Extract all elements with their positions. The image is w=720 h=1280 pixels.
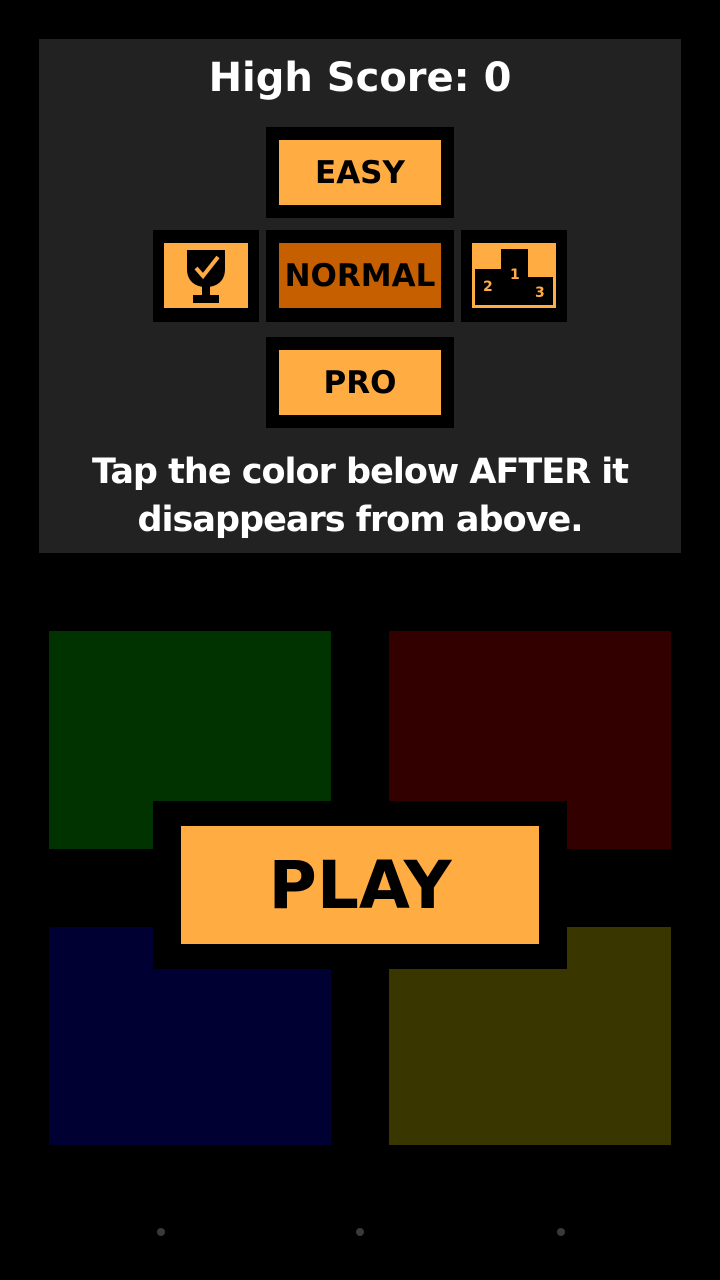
nav-dot-left xyxy=(157,1228,165,1236)
nav-dot-right xyxy=(557,1228,565,1236)
instructions-line-2: disappears from above. xyxy=(137,500,584,540)
leaderboard-button[interactable]: 2 1 3 xyxy=(472,243,556,308)
play-button[interactable]: PLAY xyxy=(181,826,539,944)
easy-button[interactable]: EASY xyxy=(279,140,441,205)
podium-rank-2: 2 xyxy=(483,279,493,295)
normal-button[interactable]: NORMAL xyxy=(279,243,441,308)
trophy-icon xyxy=(187,249,225,303)
nav-dot-center xyxy=(356,1228,364,1236)
instructions-line-1: Tap the color below AFTER it xyxy=(91,452,629,492)
podium-rank-1: 1 xyxy=(510,267,520,283)
high-score-label: High Score: 0 xyxy=(208,55,512,101)
podium-rank-3: 3 xyxy=(535,285,545,301)
achievements-button[interactable] xyxy=(164,243,248,308)
instructions-text: Tap the color below AFTER it disappears … xyxy=(0,448,720,544)
podium-icon: 2 1 3 xyxy=(472,243,556,308)
pro-button[interactable]: PRO xyxy=(279,350,441,415)
